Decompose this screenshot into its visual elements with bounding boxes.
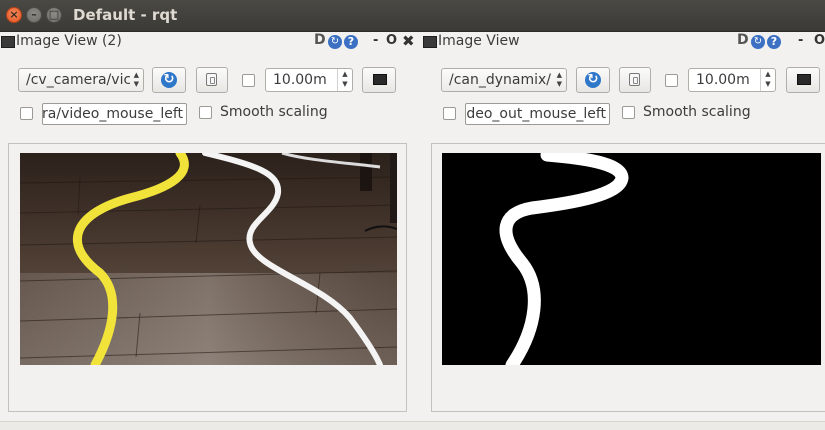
right-reload-icon[interactable]: ↻	[751, 35, 765, 49]
left-reload-icon[interactable]: ↻	[328, 35, 342, 49]
right-save-image-button[interactable]	[619, 67, 651, 93]
right-plugin-header: Image View D ↻ ? - O	[420, 32, 825, 51]
save-image-icon	[629, 73, 640, 86]
right-mouse-topic-field[interactable]: deo_out_mouse_left	[465, 103, 610, 125]
left-refresh-topics-button[interactable]: ↻	[152, 67, 186, 93]
processed-image[interactable]	[442, 153, 821, 365]
left-mouse-topic-field[interactable]: ra/video_mouse_left	[42, 103, 187, 125]
left-mouse-publish-checkbox[interactable]	[20, 107, 33, 120]
plugin-window-icon	[423, 36, 437, 48]
refresh-icon: ↻	[585, 72, 601, 88]
left-zoom-checkbox[interactable]	[242, 74, 255, 87]
window-close-button[interactable]: ×	[6, 7, 22, 23]
right-dock-d-button[interactable]: D	[737, 32, 749, 48]
window-minimize-button[interactable]: –	[26, 7, 42, 23]
right-plugin-title: Image View	[438, 33, 520, 49]
left-plugin-title: Image View (2)	[16, 33, 122, 49]
spin-arrows-icon[interactable]: ▲ ▼	[337, 69, 352, 91]
screen-icon	[797, 74, 811, 85]
left-plugin-header: Image View (2) D ↻ ? - O ✖	[0, 32, 420, 51]
right-topic-value: /can_dynamix/	[449, 72, 552, 88]
right-fullscreen-button[interactable]	[786, 67, 820, 93]
left-zoom-value: 10.00m	[273, 72, 327, 88]
screen-icon	[373, 74, 387, 85]
right-smooth-scaling-label: Smooth scaling	[643, 104, 751, 120]
close-icon: ×	[9, 8, 19, 21]
right-zoom-value: 10.00m	[696, 72, 750, 88]
right-refresh-topics-button[interactable]: ↻	[576, 67, 610, 93]
right-help-icon[interactable]: ?	[767, 35, 781, 49]
camera-image-graphic	[20, 153, 397, 365]
left-mouse-topic-value: ra/video_mouse_left	[42, 106, 183, 122]
right-minimize-button[interactable]: -	[798, 33, 803, 48]
right-zoom-checkbox[interactable]	[665, 74, 678, 87]
left-minimize-button[interactable]: -	[373, 33, 378, 48]
left-close-button[interactable]: ✖	[402, 32, 415, 50]
combo-arrows-icon: ▲ ▼	[133, 71, 139, 88]
left-topic-select[interactable]: /cv_camera/vic ▲ ▼	[18, 68, 144, 92]
window-maximize-button[interactable]: □	[46, 7, 62, 23]
refresh-icon: ↻	[161, 72, 177, 88]
minimize-icon: –	[31, 8, 37, 21]
save-image-icon	[206, 73, 217, 86]
window-title: Default - rqt	[73, 6, 178, 24]
left-dock-d-button[interactable]: D	[314, 32, 326, 48]
right-image-frame	[431, 143, 825, 412]
left-topic-value: /cv_camera/vic	[26, 72, 130, 88]
combo-arrows-icon: ▲ ▼	[556, 71, 562, 88]
camera-image[interactable]	[20, 153, 397, 365]
right-float-button[interactable]: O	[814, 33, 825, 48]
left-help-icon[interactable]: ?	[344, 35, 358, 49]
left-zoom-spinbox[interactable]: 10.00m ▲ ▼	[265, 68, 353, 92]
left-image-frame	[8, 143, 407, 412]
right-smooth-scaling-checkbox[interactable]	[622, 106, 635, 119]
right-zoom-spinbox[interactable]: 10.00m ▲ ▼	[688, 68, 776, 92]
processed-image-graphic	[442, 153, 821, 365]
title-bar: × – □ Default - rqt	[0, 0, 825, 32]
left-fullscreen-button[interactable]	[362, 67, 396, 93]
left-smooth-scaling-label: Smooth scaling	[220, 104, 328, 120]
plugin-window-icon	[1, 36, 15, 48]
right-topic-select[interactable]: /can_dynamix/ ▲ ▼	[441, 68, 567, 92]
right-mouse-publish-checkbox[interactable]	[443, 107, 456, 120]
left-save-image-button[interactable]	[196, 67, 228, 93]
right-mouse-topic-value: deo_out_mouse_left	[466, 106, 606, 122]
maximize-icon: □	[48, 8, 60, 21]
left-float-button[interactable]: O	[386, 33, 397, 48]
left-smooth-scaling-checkbox[interactable]	[199, 106, 212, 119]
spin-arrows-icon[interactable]: ▲ ▼	[760, 69, 775, 91]
